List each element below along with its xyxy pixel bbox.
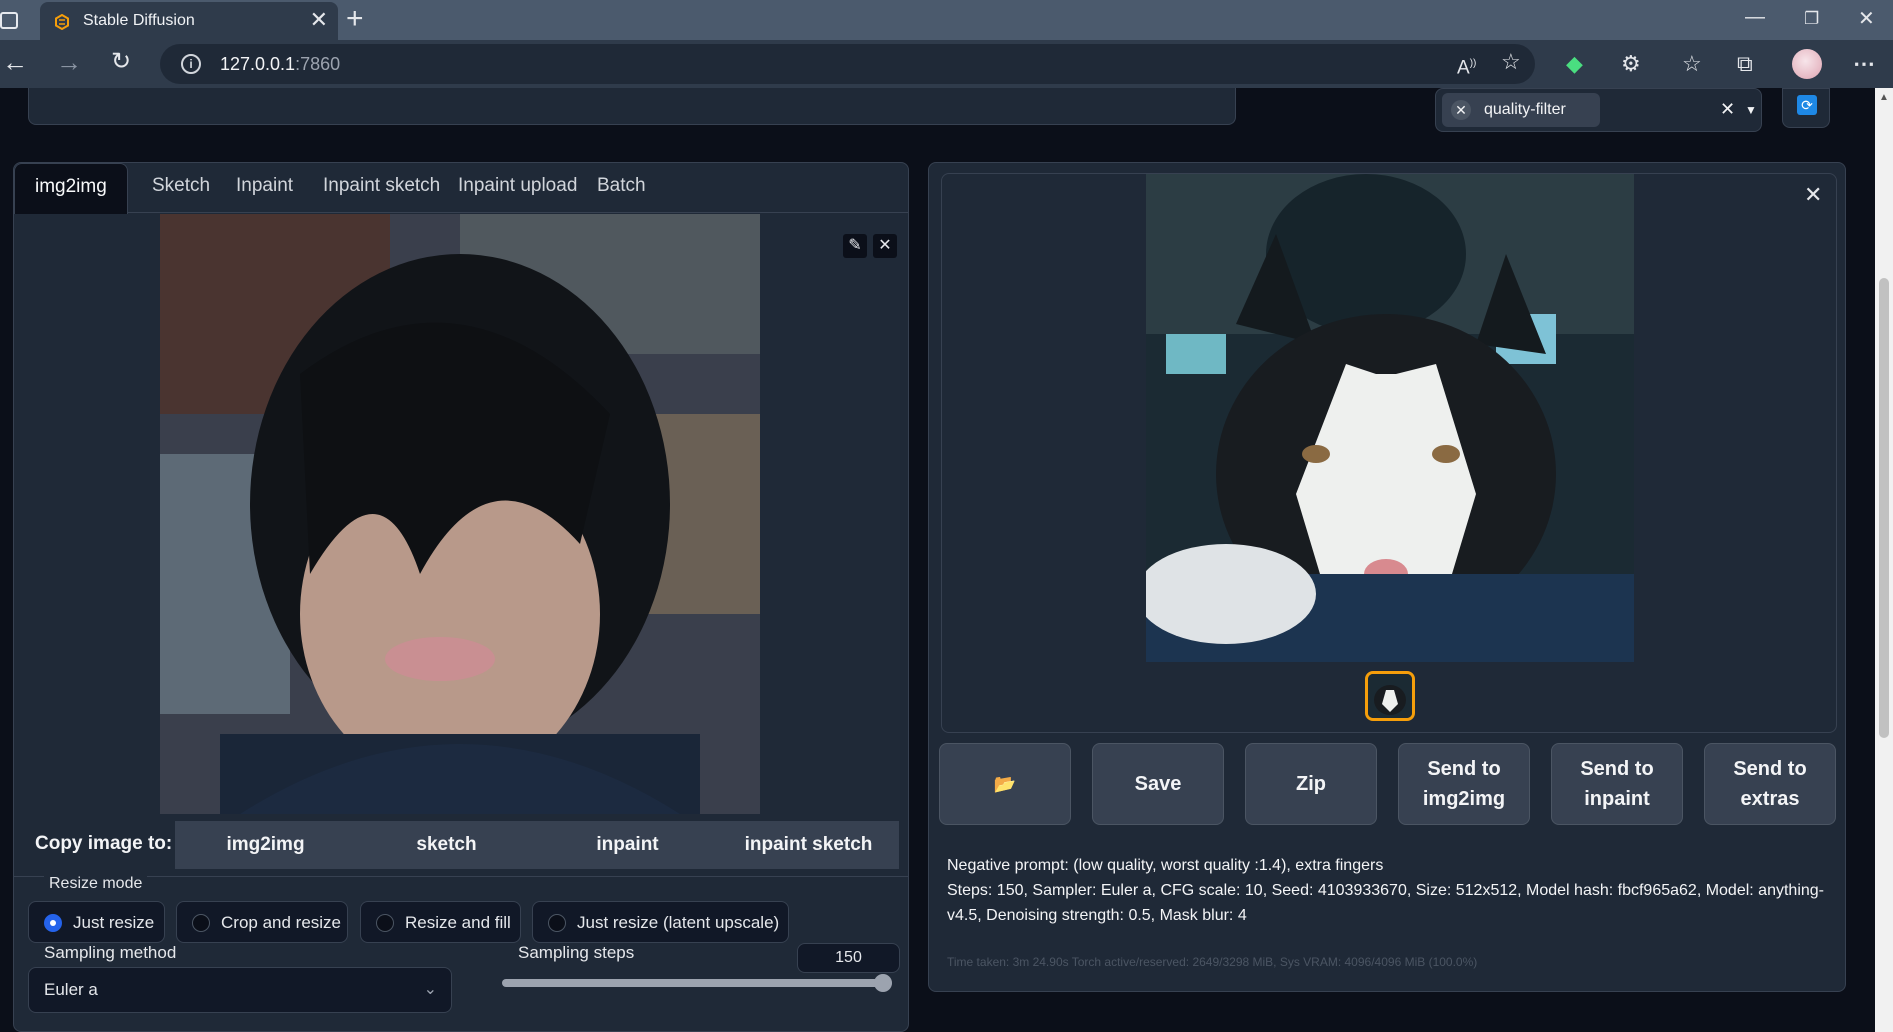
copy-to-img2img-button[interactable]: img2img bbox=[175, 821, 356, 869]
clear-filter-icon[interactable]: ✕ bbox=[1720, 99, 1735, 120]
copy-image-row: Copy image to: img2img sketch inpaint in… bbox=[14, 819, 908, 871]
new-tab-icon[interactable]: + bbox=[346, 4, 364, 34]
page-content: ✕ quality-filter ✕ ▼ ⟳ img2img Sketch In… bbox=[0, 88, 1875, 1032]
sampling-method-value: Euler a bbox=[44, 980, 98, 999]
tab-inpaint-upload[interactable]: Inpaint upload bbox=[438, 163, 597, 213]
forward-icon[interactable]: → bbox=[56, 49, 82, 75]
close-tab-icon[interactable]: ✕ bbox=[310, 9, 328, 31]
extension-colorful-icon[interactable]: ◆ bbox=[1566, 52, 1583, 76]
radio-dot bbox=[192, 914, 210, 932]
zip-button[interactable]: Zip bbox=[1245, 743, 1377, 825]
browser-tab[interactable]: Stable Diffusion ✕ bbox=[40, 2, 338, 40]
scroll-up-icon[interactable]: ▲ bbox=[1879, 92, 1889, 103]
sidebar-toggle-icon[interactable] bbox=[0, 12, 18, 29]
browser-tab-title: Stable Diffusion bbox=[83, 12, 195, 29]
filter-chip-label: quality-filter bbox=[1484, 101, 1566, 118]
window-close-icon[interactable]: ✕ bbox=[1858, 6, 1875, 31]
scrollbar-thumb[interactable] bbox=[1879, 278, 1889, 738]
radio-just-resize[interactable]: Just resize bbox=[28, 901, 165, 943]
dropdown-arrow-icon[interactable]: ▼ bbox=[1745, 103, 1757, 117]
collections-icon[interactable]: ⧉ bbox=[1737, 52, 1753, 76]
radio-dot bbox=[376, 914, 394, 932]
minimize-icon[interactable]: — bbox=[1745, 6, 1765, 29]
favorites-icon[interactable]: ☆ bbox=[1682, 52, 1702, 76]
slider-handle[interactable] bbox=[874, 974, 892, 992]
back-icon[interactable]: ← bbox=[2, 49, 28, 75]
output-gallery: ✕ bbox=[941, 173, 1837, 733]
copy-image-label: Copy image to: bbox=[35, 833, 173, 854]
sampling-steps-slider[interactable] bbox=[502, 979, 892, 987]
tab-inpaint[interactable]: Inpaint bbox=[216, 163, 313, 213]
style-filter-dropdown[interactable]: ✕ quality-filter ✕ ▼ bbox=[1435, 88, 1762, 132]
output-panel: ✕ 📂 Save Zip Send to img2img Send to inp… bbox=[928, 162, 1846, 992]
refresh-icon: ⟳ bbox=[1797, 95, 1817, 115]
page-scrollbar[interactable]: ▲ bbox=[1875, 88, 1893, 1032]
input-mode-tabs: img2img Sketch Inpaint Inpaint sketch In… bbox=[14, 163, 908, 214]
chevron-down-icon: ⌄ bbox=[423, 981, 437, 998]
tab-batch[interactable]: Batch bbox=[577, 163, 666, 213]
remove-chip-icon[interactable]: ✕ bbox=[1451, 100, 1471, 120]
more-menu-icon[interactable]: ⋯ bbox=[1853, 52, 1875, 76]
resize-mode-label: Resize mode bbox=[44, 875, 148, 893]
radio-dot bbox=[548, 914, 566, 932]
open-folder-button[interactable]: 📂 bbox=[939, 743, 1071, 825]
gallery-thumbnail[interactable] bbox=[1365, 671, 1415, 721]
send-to-inpaint-button[interactable]: Send to inpaint bbox=[1551, 743, 1683, 825]
prompt-textbox[interactable] bbox=[28, 88, 1236, 125]
output-image[interactable] bbox=[1146, 174, 1634, 662]
generation-params-text: Steps: 150, Sampler: Euler a, CFG scale:… bbox=[947, 882, 1824, 924]
browser-tab-bar: Stable Diffusion ✕ + — ❐ ✕ bbox=[0, 0, 1893, 40]
copy-to-inpaint-button[interactable]: inpaint bbox=[537, 821, 718, 869]
favorite-star-icon[interactable]: ☆ bbox=[1501, 50, 1521, 74]
profile-avatar[interactable] bbox=[1792, 49, 1822, 79]
address-bar[interactable]: i 127.0.0.1:7860 A)) ☆ bbox=[160, 44, 1535, 84]
sampling-method-label: Sampling method bbox=[44, 943, 177, 962]
extensions-puzzle-icon[interactable]: ⚙ bbox=[1621, 52, 1641, 76]
send-to-extras-button[interactable]: Send to extras bbox=[1704, 743, 1836, 825]
close-gallery-icon[interactable]: ✕ bbox=[1804, 182, 1822, 208]
reload-icon[interactable]: ↻ bbox=[111, 49, 131, 75]
copy-to-sketch-button[interactable]: sketch bbox=[356, 821, 537, 869]
negative-prompt-text: Negative prompt: (low quality, worst qua… bbox=[947, 857, 1384, 874]
section-divider bbox=[14, 876, 908, 877]
restore-icon[interactable]: ❐ bbox=[1804, 9, 1819, 29]
sampling-steps-input[interactable]: 150 bbox=[797, 943, 900, 973]
send-to-img2img-button[interactable]: Send to img2img bbox=[1398, 743, 1530, 825]
refresh-styles-button[interactable]: ⟳ bbox=[1782, 88, 1830, 128]
time-taken-text: Time taken: 3m 24.90s Torch active/reser… bbox=[947, 955, 1478, 969]
edit-image-icon[interactable]: ✎ bbox=[843, 234, 867, 258]
radio-just-resize-latent[interactable]: Just resize (latent upscale) bbox=[532, 901, 789, 943]
site-info-icon[interactable]: i bbox=[181, 54, 201, 74]
copy-to-inpaint-sketch-button[interactable]: inpaint sketch bbox=[718, 821, 899, 869]
url-text[interactable]: 127.0.0.1:7860 bbox=[220, 54, 340, 75]
filter-chip: ✕ quality-filter bbox=[1442, 93, 1600, 127]
clear-image-icon[interactable]: ✕ bbox=[873, 234, 897, 258]
img2img-input-panel: img2img Sketch Inpaint Inpaint sketch In… bbox=[13, 162, 909, 1032]
radio-dot bbox=[44, 914, 62, 932]
stable-diffusion-favicon-icon bbox=[55, 14, 69, 30]
image-upload-area[interactable]: ✎ ✕ bbox=[14, 214, 908, 819]
tab-img2img[interactable]: img2img bbox=[14, 163, 128, 214]
read-aloud-icon[interactable]: A)) bbox=[1457, 52, 1476, 80]
source-image bbox=[160, 214, 760, 814]
tab-inpaint-sketch[interactable]: Inpaint sketch bbox=[303, 163, 460, 213]
folder-icon: 📂 bbox=[993, 774, 1017, 794]
sampling-steps-label: Sampling steps bbox=[518, 943, 635, 962]
radio-crop-and-resize[interactable]: Crop and resize bbox=[176, 901, 348, 943]
sampling-method-select[interactable]: Euler a ⌄ bbox=[28, 967, 452, 1013]
save-button[interactable]: Save bbox=[1092, 743, 1224, 825]
radio-resize-and-fill[interactable]: Resize and fill bbox=[360, 901, 521, 943]
generation-info: Negative prompt: (low quality, worst qua… bbox=[947, 853, 1827, 928]
